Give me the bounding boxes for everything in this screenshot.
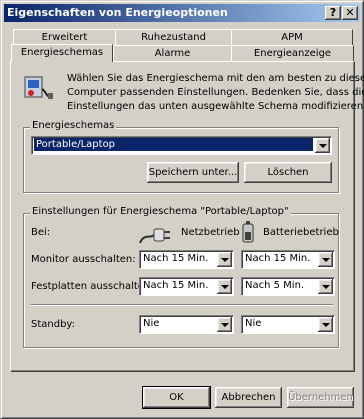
scheme-select-value: Portable/Laptop: [34, 138, 313, 151]
intro-line-1: Wählen Sie das Energieschema mit den am …: [67, 73, 364, 84]
at-label: Bei:: [31, 227, 51, 238]
separator: [31, 304, 333, 306]
scheme-select[interactable]: Portable/Laptop: [31, 136, 332, 155]
power-options-window: Eigenschaften von Energieoptionen ? ✕ Er…: [0, 0, 364, 419]
power-plug-icon: [139, 228, 170, 244]
intro-line-3: Einstellungen das unten ausgewählte Sche…: [67, 101, 364, 112]
delete-button[interactable]: Löschen: [244, 162, 332, 183]
chevron-down-icon[interactable]: [318, 317, 333, 332]
battery-icon: [242, 221, 254, 243]
title-bar[interactable]: Eigenschaften von Energieoptionen ? ✕: [4, 4, 360, 22]
harddisk-battery-value: Nach 5 Min.: [245, 280, 305, 291]
standby-ac-select[interactable]: Nie: [139, 315, 234, 334]
tab-erweitert[interactable]: Erweitert: [13, 29, 116, 45]
standby-battery-value: Nie: [245, 318, 262, 329]
monitor-ac-value: Nach 15 Min.: [143, 253, 209, 264]
window-title: Eigenschaften von Energieoptionen: [7, 6, 228, 19]
intro-line-2: Computer passenden Einstellungen. Bedenk…: [67, 87, 364, 98]
standby-ac-value: Nie: [143, 318, 160, 329]
standby-label: Standby:: [31, 319, 75, 330]
save-as-button[interactable]: Speichern unter...: [147, 162, 239, 183]
chevron-down-icon[interactable]: [315, 138, 330, 153]
harddisk-ac-value: Nach 15 Min.: [143, 280, 209, 291]
close-button[interactable]: ✕: [342, 6, 358, 20]
tab-energieanzeige[interactable]: Energieanzeige: [231, 45, 354, 61]
chevron-down-icon[interactable]: [217, 252, 232, 267]
monitor-off-label: Monitor ausschalten:: [31, 254, 136, 265]
ok-button[interactable]: OK: [142, 386, 211, 409]
help-button[interactable]: ?: [325, 6, 341, 20]
schemes-group-label: Energieschemas: [30, 120, 117, 131]
chevron-down-icon[interactable]: [217, 279, 232, 294]
cancel-button[interactable]: Abbrechen: [215, 387, 282, 408]
tab-alarme[interactable]: Alarme: [113, 45, 232, 61]
chevron-down-icon[interactable]: [318, 279, 333, 294]
chevron-down-icon[interactable]: [217, 317, 232, 332]
apply-button[interactable]: Übernehmen: [287, 387, 354, 408]
harddisk-ac-select[interactable]: Nach 15 Min.: [139, 277, 234, 296]
tab-apm[interactable]: APM: [231, 29, 353, 45]
tab-energieschemas[interactable]: Energieschemas: [11, 44, 113, 62]
settings-group-label: Einstellungen für Energieschema "Portabl…: [30, 206, 291, 217]
monitor-battery-select[interactable]: Nach 15 Min.: [241, 250, 335, 269]
chevron-down-icon[interactable]: [318, 252, 333, 267]
battery-label: Batteriebetrieb: [263, 227, 339, 238]
power-scheme-icon: [24, 76, 53, 99]
standby-battery-select[interactable]: Nie: [241, 315, 335, 334]
monitor-battery-value: Nach 15 Min.: [245, 253, 311, 264]
tab-ruhezustand[interactable]: Ruhezustand: [115, 29, 232, 45]
monitor-ac-select[interactable]: Nach 15 Min.: [139, 250, 234, 269]
harddisk-off-label: Festplatten ausschalten:: [31, 281, 154, 292]
harddisk-battery-select[interactable]: Nach 5 Min.: [241, 277, 335, 296]
ac-label: Netzbetrieb: [181, 227, 240, 238]
